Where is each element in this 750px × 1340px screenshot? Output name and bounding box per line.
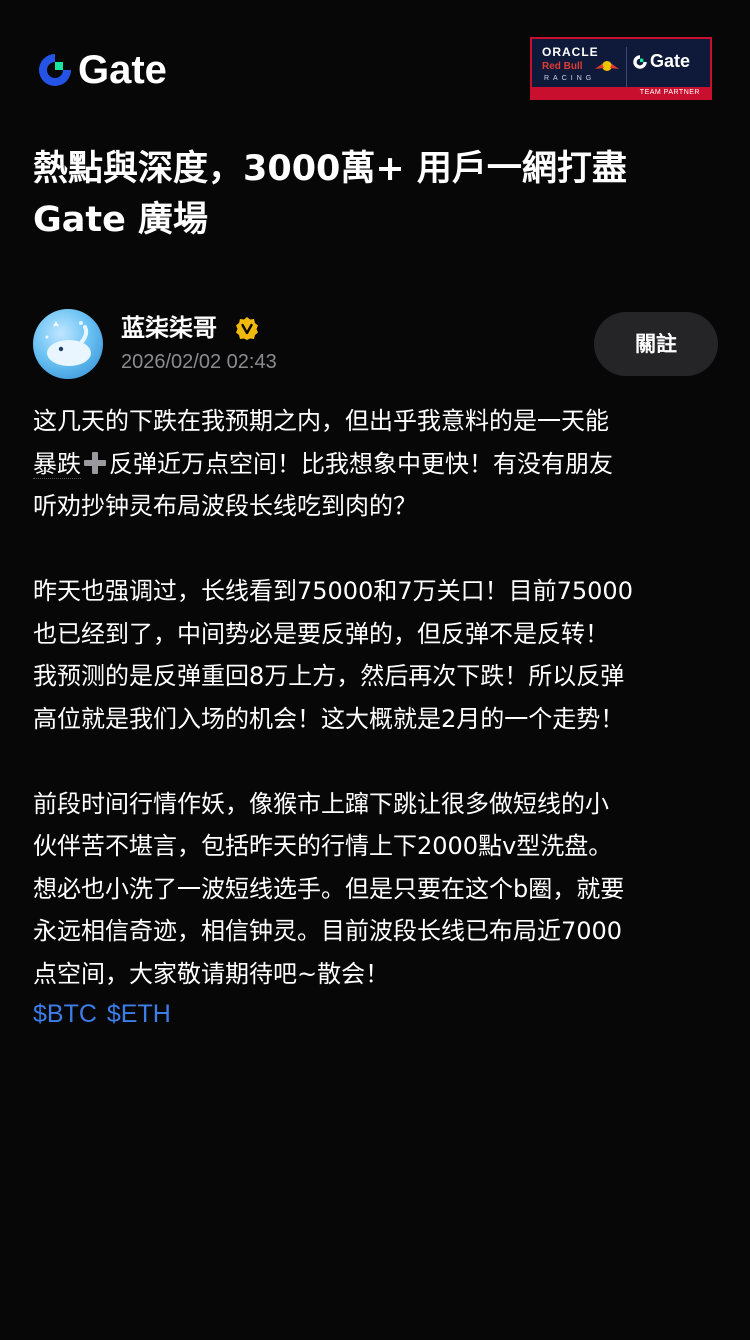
author-name[interactable]: 蓝柒柒哥 [121, 311, 217, 345]
racing-text: RACING [544, 75, 596, 82]
plus-icon [83, 451, 107, 475]
post-line: 高位就是我们入场的机会！这大概就是2月的一个走势！ [33, 704, 625, 733]
post-body: 这几天的下跌在我预期之内，但出乎我意料的是一天能 暴跌 反弹近万点空间！比我想象中… [33, 400, 723, 995]
redbull-text: Red Bull [542, 61, 583, 72]
gate-logo-icon [39, 54, 71, 86]
post-line: 我预测的是反弹重回8万上方，然后再次下跌！所以反弹 [33, 662, 625, 690]
gate-small-icon [633, 54, 647, 69]
title-line-1: 熱點與深度，3000萬+ 用戶一網打盡 [33, 149, 627, 189]
gate-logo[interactable]: Gate [36, 50, 167, 90]
partner-gate-text: Gate [650, 51, 691, 71]
verified-badge-icon [236, 317, 258, 340]
post-text-fragment: 暴跌 [33, 449, 81, 479]
post-timestamp: 2026/02/02 02:43 [121, 351, 277, 373]
post-line: 想必也小洗了一波短线选手。但是只要在这个b圈，就要 [33, 874, 625, 903]
oracle-redbull-racing-logo: ORACLE Red Bull RACING [538, 43, 624, 91]
dolphin-avatar-icon [45, 321, 91, 366]
post-line: 听劝抄钟灵布局波段长线吃到肉的？ [33, 492, 417, 520]
oracle-text: ORACLE [542, 45, 599, 59]
partner-banner[interactable]: ORACLE Red Bull RACING Gate TEAM PARTNER [530, 37, 712, 100]
post-line: 点空间，大家敬请期待吧~散会！ [33, 959, 390, 988]
partner-band: TEAM PARTNER [532, 87, 710, 98]
gate-logo-text: Gate [78, 48, 167, 92]
author-row: 蓝柒柒哥 2026/02/02 02:43 關註 [33, 309, 723, 379]
app-header: Gate ORACLE Red Bull RACING Gate TEAM PA… [0, 0, 750, 140]
team-partner-text: TEAM PARTNER [639, 89, 700, 96]
title-line-2: Gate 廣場 [33, 200, 209, 240]
post-line: 前段时间行情作妖，像猴市上蹿下跳让很多做短线的小 [33, 789, 609, 818]
post-line: 伙伴苦不堪言，包括昨天的行情上下2000點v型洗盘。 [33, 832, 613, 860]
post-line: 永远相信奇迹，相信钟灵。目前波段长线已布局近7000 [33, 917, 623, 945]
post-line: 这几天的下跌在我预期之内，但出乎我意料的是一天能 [33, 407, 609, 435]
post-line: 昨天也强调过，长线看到75000和7万关口！目前75000 [33, 577, 633, 605]
post-line: 暴跌 反弹近万点空间！比我想象中更快！有没有朋友 [33, 443, 723, 486]
post-tags: $BTC $ETH [33, 993, 171, 1035]
tag-btc[interactable]: $BTC [33, 993, 97, 1035]
avatar[interactable] [33, 309, 103, 379]
partner-gate-logo: Gate [632, 51, 690, 72]
post-text-fragment: 反弹近万点空间！比我想象中更快！有没有朋友 [109, 449, 613, 478]
follow-button[interactable]: 關註 [594, 312, 718, 376]
redbull-icon [595, 61, 619, 71]
tag-eth[interactable]: $ETH [107, 993, 171, 1035]
post-line: 也已经到了，中间势必是要反弹的，但反弹不是反转！ [33, 619, 609, 648]
partner-divider [626, 47, 627, 87]
page-title: 熱點與深度，3000萬+ 用戶一網打盡 Gate 廣場 [33, 144, 723, 246]
